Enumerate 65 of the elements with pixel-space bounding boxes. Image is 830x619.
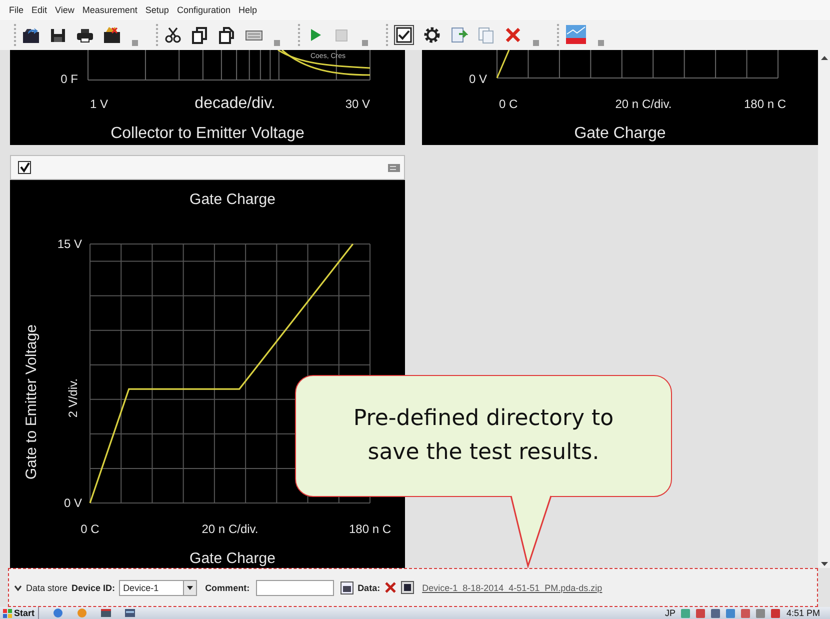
checkbox-icon[interactable]	[394, 25, 414, 45]
scissors-icon[interactable]	[164, 26, 182, 44]
window-icon[interactable]	[100, 608, 111, 618]
file-link[interactable]: Device-1_8-18-2014_4-51-51_PM.pda-ds.zip	[422, 582, 602, 592]
menu-item[interactable]: Configuration	[176, 5, 230, 15]
axis-scale-label: 2 V/div.	[66, 378, 80, 418]
menu-item[interactable]: File	[9, 5, 24, 15]
axis-tick-label: 180 n C	[348, 522, 392, 536]
scroll-down-icon[interactable]	[820, 562, 828, 566]
field-label: Data:	[358, 582, 380, 592]
axis-tick-label: 30 V	[345, 97, 370, 111]
axis-tick-label: 0 F	[60, 72, 78, 86]
field-label: Comment:	[205, 582, 250, 592]
axis-tick-label: 15 V	[57, 237, 82, 251]
axis-title: Gate to Emitter Voltage	[23, 324, 40, 480]
window-icon[interactable]	[124, 608, 135, 618]
save-icon[interactable]	[401, 581, 414, 594]
curve-line	[496, 50, 510, 78]
caret-icon	[187, 586, 194, 590]
axis-tick-label: 1 V	[90, 97, 108, 111]
field-label: Device ID:	[72, 582, 116, 592]
callout-text: Pre-defined directory to save the test results.	[352, 405, 615, 467]
axis-title: Collector to Emitter Voltage	[110, 125, 304, 142]
folder-icon[interactable]	[103, 26, 121, 44]
menu-item[interactable]: Edit	[32, 5, 48, 15]
browse-icon[interactable]	[340, 580, 354, 594]
panel-checkbox[interactable]	[18, 161, 31, 174]
axis-scale-label: 20 n C/div.	[202, 522, 258, 536]
settings-icon[interactable]	[423, 26, 441, 44]
axis-title: Gate Charge	[574, 125, 666, 142]
axis-title: Gate Charge	[190, 550, 276, 567]
device-id-dropdown[interactable]: Device-1	[119, 580, 198, 596]
export-icon[interactable]	[450, 26, 468, 44]
open-folder-icon[interactable]	[22, 26, 40, 44]
chart-title: Gate Charge	[190, 191, 276, 208]
language-indicator[interactable]: JP	[664, 607, 676, 619]
menu-item[interactable]: Help	[238, 5, 258, 15]
check-icon	[19, 162, 30, 173]
start-button[interactable]: Start	[0, 607, 39, 619]
scrollbar[interactable]	[818, 50, 830, 568]
axis-tick-label: 0 V	[468, 72, 487, 86]
menu-item[interactable]: Measurement	[82, 5, 138, 15]
comment-field[interactable]	[256, 580, 334, 596]
save-icon[interactable]	[49, 26, 67, 44]
delete-icon[interactable]	[504, 26, 522, 44]
axis-tick-label: 0 V	[64, 496, 82, 510]
printer-icon[interactable]	[76, 26, 94, 44]
windows-logo-icon	[3, 608, 12, 618]
axis-scale-label: 20 n C/div.	[615, 97, 672, 111]
axis-tick-label: 0 C	[80, 522, 100, 536]
axis-scale-label: decade/div.	[194, 95, 276, 112]
axis-tick-label: 0 C	[499, 97, 518, 111]
axis-tick-label: 180 n C	[744, 97, 786, 111]
scroll-up-icon[interactable]	[820, 56, 828, 60]
menu-item[interactable]: View	[55, 5, 74, 15]
delete-icon[interactable]	[384, 581, 398, 594]
clock-time: 4:51 PM	[786, 607, 820, 619]
chart-icon[interactable]	[565, 24, 587, 46]
panel-menu-icon[interactable]	[388, 164, 400, 172]
paste-icon[interactable]	[218, 26, 236, 44]
copy-icon[interactable]	[191, 26, 209, 44]
chevron-icon[interactable]	[14, 584, 22, 590]
browser-icon[interactable]	[52, 608, 63, 618]
section-label: Data store	[26, 582, 68, 592]
menu-item[interactable]: Setup	[145, 5, 169, 15]
